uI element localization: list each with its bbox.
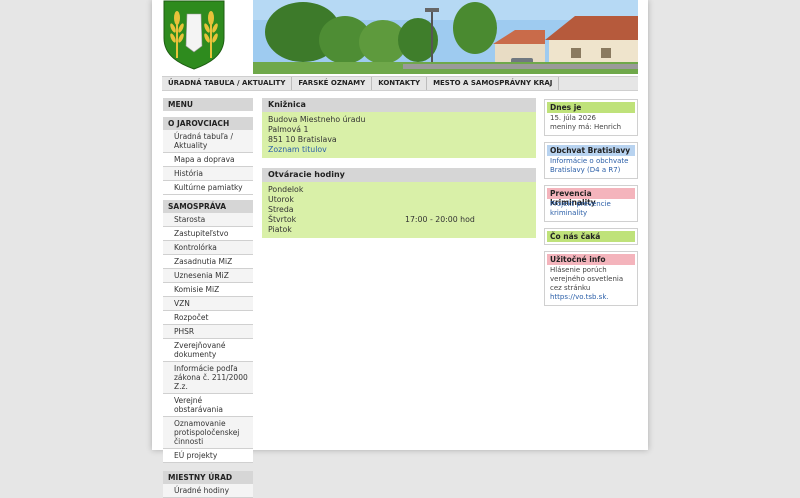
useful-info-box: Užitočné info Hlásenie porúch verejného … [544,251,638,306]
menu-item-starosta[interactable]: Starosta [163,213,253,227]
menu-item-uradna-tabula[interactable]: Úradná tabuľa / Aktuality [163,130,253,153]
hours-day: Štvrtok [268,215,297,224]
bypass-info-link[interactable]: Informácie o obchvate Bratislavy (D4 a R… [550,157,628,174]
menu-item-vzn[interactable]: VZN [163,297,253,311]
nav-kontakty[interactable]: KONTAKTY [372,77,428,90]
menu-item-uznesenia[interactable]: Uznesenia MiZ [163,269,253,283]
left-menu: MENU O JAROVCIACH Úradná tabuľa / Aktual… [163,98,253,498]
menu-item-mapa-doprava[interactable]: Mapa a doprava [163,153,253,167]
hours-row: Streda [268,205,530,215]
menu-item-uradne-hodiny[interactable]: Úradné hodiny [163,484,253,498]
hours-time: 17:00 - 20:00 hod [405,215,475,224]
today-title: Dnes je [547,102,635,113]
menu-item-informacie-zakon[interactable]: Informácie podľa zákona č. 211/2000 Z.z. [163,362,253,394]
menu-item-zasadnutia[interactable]: Zasadnutia MiZ [163,255,253,269]
menu-item-zastupitelstvo[interactable]: Zastupiteľstvo [163,227,253,241]
menu-item-verejne-obstaravania[interactable]: Verejné obstarávania [163,394,253,417]
hours-row: Pondelok [268,185,530,195]
nav-uradna-tabula[interactable]: ÚRADNÁ TABUĽA / AKTUALITY [162,77,293,90]
nav-mesto-kraj[interactable]: MESTO A SAMOSPRÁVNY KRAJ [427,77,560,90]
crime-prevention-body: Projekt prevencie kriminality [547,199,635,219]
hours-row: Štvrtok 17:00 - 20:00 hod [268,215,530,225]
hours-row: Utorok [268,195,530,205]
useful-info-body: Hlásenie porúch verejného osvetlenia cez… [547,265,635,303]
library-address-line: Palmová 1 [268,125,309,134]
menu-item-kontrolorka[interactable]: Kontrolórka [163,241,253,255]
menu-item-rozpocet[interactable]: Rozpočet [163,311,253,325]
crime-prevention-title: Prevencia kriminality [547,188,635,207]
library-titles-link[interactable]: Zoznam titulov [268,145,327,154]
crime-prevention-box: Prevencia kriminality Projekt prevencie … [544,185,638,222]
hours-title: Otváracie hodiny [262,168,536,182]
bypass-body: Informácie o obchvate Bratislavy (D4 a R… [547,156,635,176]
coat-of-arms-logo[interactable] [162,0,226,70]
hours-panel: Otváracie hodiny Pondelok Utorok Streda … [262,168,536,238]
hours-row: Piatok [268,225,530,235]
hours-day: Piatok [268,225,292,234]
bypass-title: Obchvat Bratislavy [547,145,635,156]
hours-day: Streda [268,205,294,214]
today-date: 15. júla 2026 [550,114,597,122]
today-nameday: meniny má: Henrich [550,123,622,131]
library-body: Budova Miestneho úradu Palmová 1 851 10 … [262,112,536,158]
today-box: Dnes je 15. júla 2026 meniny má: Henrich [544,99,638,136]
hours-day: Utorok [268,195,294,204]
useful-info-text: Hlásenie porúch verejného osvetlenia cez… [550,266,624,292]
menu-item-kulturne-pamiatky[interactable]: Kultúrne pamiatky [163,181,253,195]
library-title: Knižnica [262,98,536,112]
events-box: Čo nás čaká [544,228,638,245]
menu-item-komisie[interactable]: Komisie MiZ [163,283,253,297]
top-navigation: ÚRADNÁ TABUĽA / AKTUALITY FARSKÉ OZNAMY … [162,76,638,91]
menu-item-eu-projekty[interactable]: EÚ projekty [163,449,253,463]
menu-title: MENU [163,98,253,111]
useful-info-title: Užitočné info [547,254,635,265]
main-content: Knižnica Budova Miestneho úradu Palmová … [262,98,536,248]
library-address-line: Budova Miestneho úradu [268,115,366,124]
section-items-o-jarovciach: Úradná tabuľa / Aktuality Mapa a doprava… [163,130,253,195]
today-body: 15. júla 2026 meniny má: Henrich [547,113,635,133]
nav-farske-oznamy[interactable]: FARSKÉ OZNAMY [292,77,373,90]
section-items-samosprava: Starosta Zastupiteľstvo Kontrolórka Zasa… [163,213,253,463]
hours-day: Pondelok [268,185,304,194]
library-panel: Knižnica Budova Miestneho úradu Palmová … [262,98,536,158]
section-miestny-urad: MIESTNY ÚRAD [163,471,253,484]
menu-item-zverejnovane-dokumenty[interactable]: Zverejňované dokumenty [163,339,253,362]
right-sidebar: Dnes je 15. júla 2026 meniny má: Henrich… [544,99,638,312]
section-samosprava: SAMOSPRÁVA [163,200,253,213]
menu-item-historia[interactable]: História [163,167,253,181]
page-container: ÚRADNÁ TABUĽA / AKTUALITY FARSKÉ OZNAMY … [152,0,648,498]
section-o-jarovciach: O JAROVCIACH [163,117,253,130]
useful-info-link[interactable]: https://vo.tsb.sk. [550,293,609,301]
bypass-box: Obchvat Bratislavy Informácie o obchvate… [544,142,638,179]
crime-prevention-link[interactable]: Projekt prevencie kriminality [550,200,611,217]
library-address-line: 851 10 Bratislava [268,135,337,144]
menu-item-oznamovanie[interactable]: Oznamovanie protispoločenskej činnosti [163,417,253,449]
header-village-photo [253,0,638,74]
section-items-miestny-urad: Úradné hodiny [163,484,253,498]
menu-item-phsr[interactable]: PHSR [163,325,253,339]
events-title: Čo nás čaká [547,231,635,242]
hours-body: Pondelok Utorok Streda Štvrtok 17:00 - 2… [262,182,536,238]
